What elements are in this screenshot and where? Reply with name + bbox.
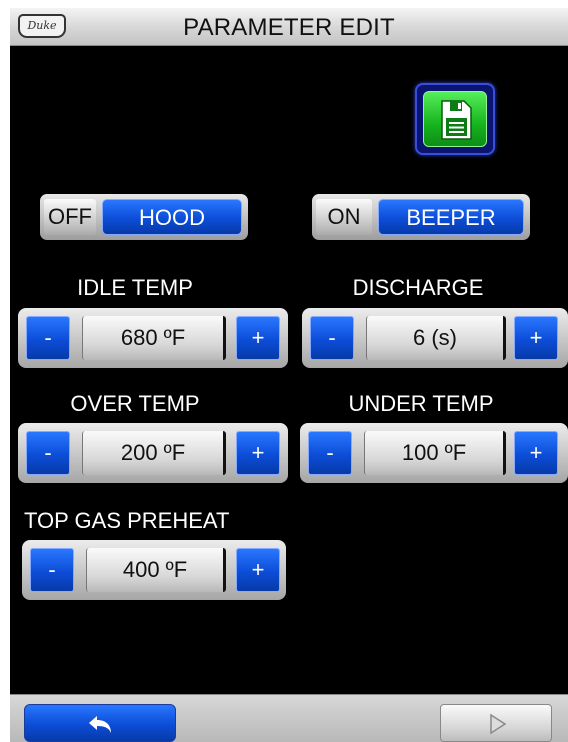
title-bar: Duke PARAMETER EDIT <box>10 8 568 46</box>
discharge-plus-button[interactable]: + <box>514 316 558 360</box>
floppy-disk-icon <box>441 100 472 140</box>
discharge-value: 6 (s) <box>366 316 506 360</box>
save-button-face <box>423 91 487 147</box>
over-temp-value: 200 ºF <box>82 431 226 475</box>
top-gas-preheat-value: 400 ºF <box>86 548 226 592</box>
next-button[interactable] <box>440 704 552 742</box>
screen: Duke PARAMETER EDIT OFF HOOD ON BEEPER I… <box>10 8 568 742</box>
under-temp-stepper: - 100 ºF + <box>300 423 568 483</box>
idle-temp-value: 680 ºF <box>82 316 226 360</box>
idle-temp-minus-button[interactable]: - <box>26 316 70 360</box>
under-temp-plus-button[interactable]: + <box>514 431 558 475</box>
bottom-bar <box>10 694 568 742</box>
page-title: PARAMETER EDIT <box>183 14 395 41</box>
idle-temp-stepper: - 680 ºF + <box>18 308 288 368</box>
over-temp-minus-button[interactable]: - <box>26 431 70 475</box>
hood-state-label: OFF <box>44 199 96 235</box>
top-gas-preheat-stepper: - 400 ºF + <box>22 540 286 600</box>
beeper-toggle[interactable]: ON BEEPER <box>312 194 530 240</box>
hood-toggle[interactable]: OFF HOOD <box>40 194 248 240</box>
top-gas-preheat-plus-button[interactable]: + <box>236 548 280 592</box>
idle-temp-plus-button[interactable]: + <box>236 316 280 360</box>
under-temp-label: UNDER TEMP <box>348 391 494 416</box>
hood-toggle-button: HOOD <box>102 199 242 235</box>
top-gas-preheat-label: TOP GAS PREHEAT <box>24 508 230 533</box>
back-button[interactable] <box>24 704 176 742</box>
discharge-label: DISCHARGE <box>352 275 484 300</box>
over-temp-label: OVER TEMP <box>70 391 200 416</box>
under-temp-minus-button[interactable]: - <box>308 431 352 475</box>
under-temp-value: 100 ºF <box>364 431 506 475</box>
back-arrow-icon <box>89 716 111 733</box>
save-button[interactable] <box>415 83 495 155</box>
beeper-toggle-button: BEEPER <box>378 199 524 235</box>
top-gas-preheat-minus-button[interactable]: - <box>30 548 74 592</box>
over-temp-stepper: - 200 ºF + <box>18 423 288 483</box>
over-temp-plus-button[interactable]: + <box>236 431 280 475</box>
beeper-state-label: ON <box>316 199 372 235</box>
idle-temp-label: IDLE TEMP <box>77 275 193 300</box>
discharge-minus-button[interactable]: - <box>310 316 354 360</box>
next-arrow-icon <box>490 713 507 735</box>
discharge-stepper: - 6 (s) + <box>302 308 568 368</box>
